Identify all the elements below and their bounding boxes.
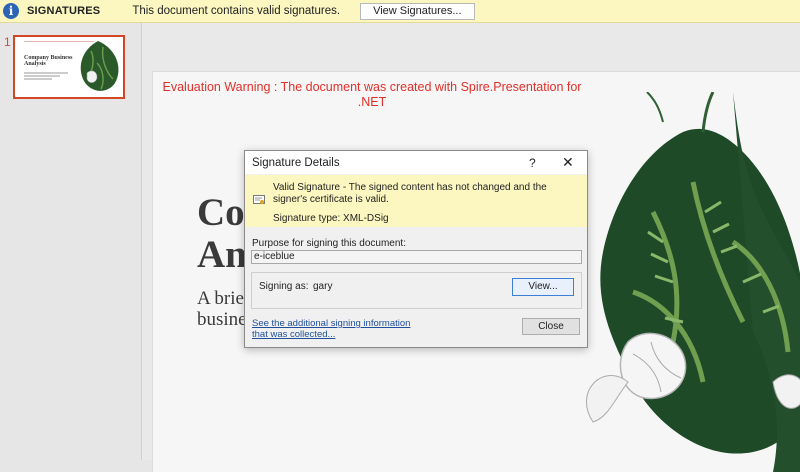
signature-type: Signature type: XML-DSig — [273, 213, 389, 224]
thumbnail-subtitle — [24, 71, 74, 81]
certificate-icon — [253, 195, 265, 204]
thumbnail-title: Company Business Analysis — [24, 55, 73, 67]
valid-signature-panel: Valid Signature - The signed content has… — [245, 175, 587, 227]
evaluation-warning: Evaluation Warning : The document was cr… — [162, 80, 582, 109]
close-icon[interactable]: ✕ — [562, 154, 574, 171]
view-certificate-button[interactable]: View... — [512, 278, 574, 296]
slide-thumbnail-pane: 1 Company Business Analysis — [0, 23, 142, 460]
message-bar-title: SIGNATURES — [27, 5, 101, 17]
signer-name: gary — [313, 281, 333, 292]
close-button[interactable]: Close — [522, 318, 580, 335]
valid-signature-message: Valid Signature - The signed content has… — [273, 182, 547, 205]
purpose-label: Purpose for signing this document: — [252, 238, 406, 249]
message-bar: i SIGNATURES This document contains vali… — [0, 0, 800, 23]
slide-number: 1 — [4, 35, 11, 49]
help-icon[interactable]: ? — [529, 156, 536, 170]
info-icon: i — [3, 3, 19, 19]
view-signatures-button[interactable]: View Signatures... — [360, 2, 475, 20]
slide-thumbnail[interactable]: Company Business Analysis — [13, 35, 125, 99]
signing-as-group: Signing as: gary View... — [251, 272, 582, 309]
additional-info-link[interactable]: See the additional signing information t… — [252, 318, 422, 340]
dialog-title: Signature Details — [252, 156, 340, 169]
signature-details-dialog: Signature Details ? ✕ Valid Signature - … — [244, 150, 588, 348]
dialog-titlebar: Signature Details ? ✕ — [245, 151, 587, 174]
purpose-field[interactable]: e-iceblue — [251, 250, 582, 264]
signing-as-label: Signing as: — [259, 281, 309, 292]
thumbnail-plant-image — [80, 41, 119, 91]
message-bar-text: This document contains valid signatures. — [132, 5, 341, 17]
